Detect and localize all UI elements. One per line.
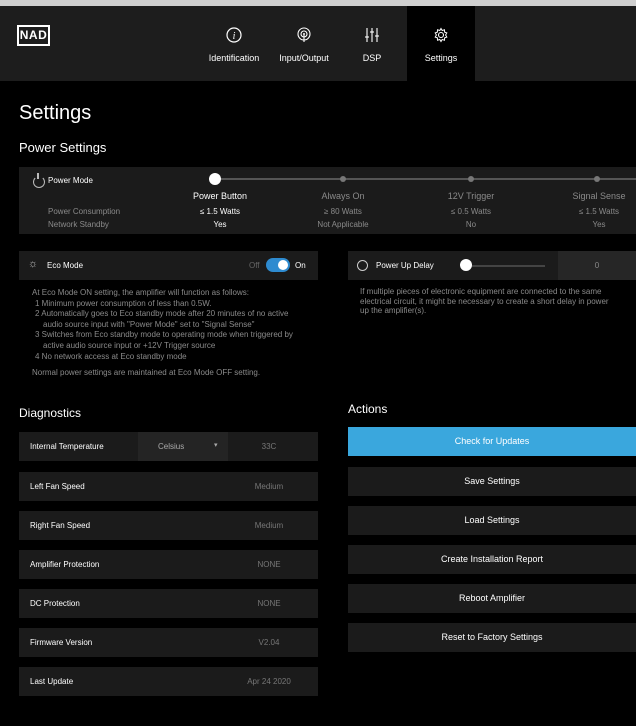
eco-on-label: On — [295, 261, 306, 270]
tab-label: Settings — [424, 53, 458, 63]
sun-icon: ☼ — [28, 258, 39, 270]
eco-mode-description: At Eco Mode ON setting, the amplifier wi… — [32, 288, 293, 379]
slider-knob[interactable] — [209, 173, 221, 185]
eco-point: 1 Minimum power consumption of less than… — [35, 298, 212, 308]
tab-label: DSP — [362, 53, 382, 63]
power-up-delay-label: Power Up Delay — [376, 261, 434, 270]
power-up-delay-description: If multiple pieces of electronic equipme… — [360, 287, 609, 316]
diagnostics-value: NONE — [257, 560, 281, 569]
diagnostics-value: Medium — [254, 482, 284, 491]
create-installation-report-button[interactable]: Create Installation Report — [348, 545, 636, 574]
diagnostics-row: Last Update Apr 24 2020 — [19, 667, 318, 696]
eco-mode-label: Eco Mode — [47, 261, 84, 270]
diagnostics-label: Amplifier Protection — [30, 560, 100, 569]
info-icon: i — [200, 27, 268, 49]
diagnostics-heading: Diagnostics — [19, 406, 82, 420]
slider-stop-signal-sense[interactable] — [594, 176, 600, 182]
tab-label: Identification — [208, 53, 260, 63]
slider-knob[interactable] — [460, 259, 472, 271]
diagnostics-row: Right Fan Speed Medium — [19, 511, 318, 540]
temperature-unit-select[interactable]: Celsius ▾ — [138, 432, 228, 461]
delay-description-line: electrical circuit, it might be necessar… — [360, 296, 609, 306]
tab-dsp[interactable]: DSP — [340, 6, 404, 81]
temperature-value: 33C — [261, 442, 277, 451]
diagnostics-row: Amplifier Protection NONE — [19, 550, 318, 579]
slider-stop-always-on[interactable] — [340, 176, 346, 182]
diagnostics-value: NONE — [257, 599, 281, 608]
power-mode-panel: Power Mode Power Consumption Network Sta… — [19, 167, 636, 234]
diagnostics-label: Last Update — [30, 677, 74, 686]
temperature-unit-value: Celsius — [158, 442, 185, 451]
option-always-on[interactable]: Always On — [298, 191, 388, 201]
check-for-updates-button[interactable]: Check for Updates — [348, 427, 636, 456]
eco-off-label: Off — [249, 261, 260, 270]
diagnostics-label: Left Fan Speed — [30, 482, 85, 491]
eco-point: audio source input with "Power Mode" set… — [43, 319, 255, 329]
diagnostics-label: Right Fan Speed — [30, 521, 91, 530]
sliders-icon — [340, 27, 404, 49]
power-up-delay-value-field[interactable]: 0 — [558, 251, 636, 280]
diagnostics-row-temperature: Internal Temperature Celsius ▾ 33C — [19, 432, 318, 461]
tab-identification[interactable]: i Identification — [200, 6, 268, 81]
standby-always-on: Not Applicable — [317, 220, 369, 229]
option-power-button[interactable]: Power Button — [175, 191, 265, 201]
reset-factory-settings-button[interactable]: Reset to Factory Settings — [348, 623, 636, 652]
tab-settings[interactable]: Settings — [407, 6, 475, 81]
standby-power-button: Yes — [213, 220, 227, 229]
eco-point: 2 Automatically goes to Eco standby mode… — [35, 309, 289, 319]
power-up-delay-panel: Power Up Delay 0 — [348, 251, 636, 280]
power-up-delay-value: 0 — [594, 261, 600, 270]
power-consumption-label: Power Consumption — [48, 207, 121, 216]
nad-logo: NAD — [17, 25, 50, 46]
eco-description-outro: Normal power settings are maintained at … — [32, 368, 261, 378]
delay-description-line: If multiple pieces of electronic equipme… — [360, 287, 602, 296]
temperature-label: Internal Temperature — [30, 442, 104, 451]
load-settings-button[interactable]: Load Settings — [348, 506, 636, 535]
top-navigation: NAD i Identification Input/Output DSP Se… — [0, 6, 636, 81]
slider-stop-12v-trigger[interactable] — [468, 176, 474, 182]
chevron-down-icon: ▾ — [214, 442, 218, 449]
tab-input-output[interactable]: Input/Output — [272, 6, 336, 81]
clock-icon — [357, 260, 368, 271]
diagnostics-label: Firmware Version — [30, 638, 93, 647]
option-signal-sense[interactable]: Signal Sense — [554, 191, 636, 201]
eco-point: active audio source input or +12V Trigge… — [43, 340, 216, 350]
consumption-power-button: ≤ 1.5 Watts — [199, 207, 241, 216]
broadcast-icon — [272, 27, 336, 49]
diagnostics-value: Medium — [254, 521, 284, 530]
diagnostics-value: Apr 24 2020 — [247, 677, 291, 686]
consumption-always-on: ≥ 80 Watts — [324, 207, 362, 216]
power-settings-heading: Power Settings — [19, 140, 107, 155]
slider-track — [463, 265, 545, 267]
actions-heading: Actions — [348, 402, 388, 416]
svg-text:i: i — [233, 31, 236, 42]
diagnostics-row: Firmware Version V2.04 — [19, 628, 318, 657]
diagnostics-value: V2.04 — [258, 638, 280, 647]
page-title: Settings — [19, 102, 92, 124]
option-12v-trigger[interactable]: 12V Trigger — [426, 191, 516, 201]
delay-description-line: up the amplifier(s). — [360, 306, 427, 315]
diagnostics-row: Left Fan Speed Medium — [19, 472, 318, 501]
diagnostics-row: DC Protection NONE — [19, 589, 318, 618]
eco-point: 4 No network access at Eco standby mode — [35, 351, 187, 361]
diagnostics-label: DC Protection — [30, 599, 80, 608]
gear-icon — [407, 27, 475, 49]
eco-mode-panel: ☼ Eco Mode Off On — [19, 251, 318, 280]
reboot-amplifier-button[interactable]: Reboot Amplifier — [348, 584, 636, 613]
power-mode-label: Power Mode — [48, 176, 93, 185]
save-settings-button[interactable]: Save Settings — [348, 467, 636, 496]
eco-point: 3 Switches from Eco standby mode to oper… — [35, 330, 293, 340]
consumption-12v-trigger: ≤ 0.5 Watts — [450, 207, 492, 216]
consumption-signal-sense: ≤ 1.5 Watts — [578, 207, 620, 216]
slider-track — [215, 178, 636, 180]
network-standby-label: Network Standby — [48, 220, 109, 229]
power-icon — [33, 173, 45, 188]
standby-12v-trigger: No — [465, 220, 477, 229]
tab-label: Input/Output — [279, 53, 329, 63]
eco-mode-toggle[interactable] — [266, 258, 290, 272]
standby-signal-sense: Yes — [592, 220, 606, 229]
eco-description-intro: At Eco Mode ON setting, the amplifier wi… — [32, 288, 249, 297]
